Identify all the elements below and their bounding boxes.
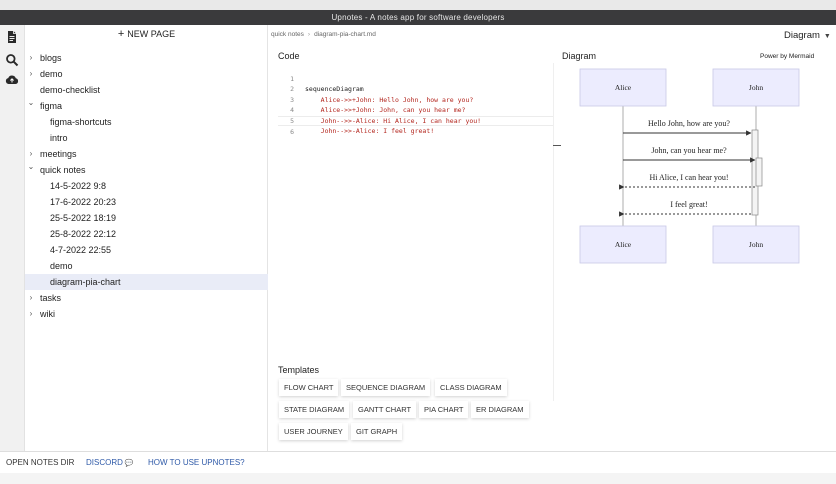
code-line[interactable]: 5 John-->>-Alice: I feel great! (278, 105, 553, 136)
message-label: Hello John, how are you? (648, 119, 730, 128)
breadcrumb: quick notes › diagram-pia-chart.md (271, 31, 376, 38)
code-title: Code (278, 51, 300, 61)
tree-item-label: figma-shortcuts (50, 117, 112, 127)
tree-item-label: diagram-pia-chart (50, 277, 121, 287)
discord-label: DISCORD (86, 458, 123, 467)
template-pia-chart-button[interactable]: PIA CHART (419, 401, 469, 418)
discord-link[interactable]: DISCORD 💬 (86, 452, 134, 475)
chevron-down-icon[interactable]: ⌄ (26, 95, 36, 111)
tree-item-quick-notes[interactable]: ⌄ quick notes (25, 162, 268, 178)
breadcrumb-separator: › (307, 31, 311, 38)
actor-label: John (749, 240, 763, 249)
powered-by: Power by Mermaid (760, 53, 815, 60)
editor-area: quick notes › diagram-pia-chart.md Code 1 … (269, 25, 836, 451)
status-bar: OPEN NOTES DIR DISCORD 💬 HOW TO USE UPNOT… (0, 451, 836, 473)
templates-title: Templates (278, 365, 320, 375)
tree-item-diagram-pia-chart[interactable]: diagram-pia-chart (25, 274, 268, 290)
tree-item-label: figma (40, 101, 63, 111)
tree-item-demo-checklist[interactable]: demo-checklist (25, 82, 268, 98)
chevron-right-icon[interactable]: › (26, 290, 36, 306)
plus-icon: + (117, 28, 125, 40)
chevron-down-icon[interactable]: ⌄ (26, 159, 36, 175)
window-title: Upnotes - A notes app for software devel… (0, 10, 836, 25)
code-line[interactable]: 4 John-->>-Alice: Hi Alice, I can hear y… (278, 95, 553, 125)
tree-item-tasks[interactable]: › tasks (25, 290, 268, 306)
template-flow-chart-button[interactable]: FLOW CHART (279, 379, 339, 396)
code-text: John-->>-Alice: I feel great! (305, 127, 435, 135)
bottom-strip (0, 473, 836, 484)
actor-label: Alice (615, 83, 632, 92)
actor-label: Alice (615, 240, 632, 249)
how-to-use-link[interactable]: HOW TO USE UPNOTES? (148, 452, 245, 474)
caret-down-icon: ▼ (823, 33, 831, 40)
tree-item-label: tasks (40, 293, 62, 303)
tree-item-label: blogs (40, 53, 62, 63)
code-line[interactable]: 1 sequenceDiagram (278, 63, 553, 94)
tree-item-note[interactable]: 4-7-2022 22:55 (25, 242, 268, 258)
code-line[interactable]: 3 Alice->>+John: John, can you hear me? (278, 84, 553, 115)
chevron-right-icon[interactable]: › (26, 66, 36, 82)
resize-handle[interactable] (553, 145, 561, 146)
sequence-diagram: Alice John Hello John, how are you? John… (579, 68, 800, 264)
search-icon[interactable] (5, 53, 19, 67)
actor-label: John (749, 83, 763, 92)
message-label: John, can you hear me? (651, 146, 727, 155)
tree-item-note[interactable]: 25-5-2022 18:19 (25, 210, 268, 226)
pane-divider (553, 63, 554, 401)
tree-item-label: 14-5-2022 9:8 (50, 181, 107, 191)
tree-item-figma[interactable]: ⌄ figma (25, 98, 268, 114)
tree-item-blogs[interactable]: › blogs (25, 50, 268, 66)
breadcrumb-current: diagram-pia-chart.md (314, 31, 376, 38)
view-mode-select[interactable]: Diagram ▼ (784, 30, 831, 41)
breadcrumb-parent[interactable]: quick notes (271, 31, 304, 38)
tree-item-label: 25-8-2022 22:12 (50, 229, 117, 239)
template-state-diagram-button[interactable]: STATE DIAGRAM (279, 401, 350, 418)
tree-item-label: meetings (40, 149, 77, 159)
line-number: 6 (290, 128, 294, 136)
tree-item-label: quick notes (40, 165, 86, 175)
sidebar: + NEW PAGE › blogs › demo demo-checklist … (25, 25, 268, 451)
document-icon[interactable] (5, 30, 19, 44)
template-sequence-diagram-button[interactable]: SEQUENCE DIAGRAM (341, 379, 431, 396)
top-strip (0, 0, 836, 10)
tree-item-label: 25-5-2022 18:19 (50, 213, 117, 223)
code-line[interactable]: 2 Alice->>+John: Hello John, how are you… (278, 74, 553, 104)
template-er-diagram-button[interactable]: ER DIAGRAM (471, 401, 529, 418)
chevron-right-icon[interactable]: › (26, 50, 36, 66)
tree-item-note[interactable]: 14-5-2022 9:8 (25, 178, 268, 194)
icon-rail (0, 25, 25, 451)
diagram-title: Diagram (562, 51, 597, 61)
tree-item-meetings[interactable]: › meetings (25, 146, 268, 162)
tree-item-note[interactable]: 25-8-2022 22:12 (25, 226, 268, 242)
tree-item-label: demo-checklist (40, 85, 101, 95)
template-class-diagram-button[interactable]: CLASS DIAGRAM (435, 379, 507, 396)
tree-item-label: intro (50, 133, 68, 143)
tree-item-label: wiki (40, 309, 55, 319)
tree-item-label: 17-6-2022 20:23 (50, 197, 117, 207)
template-gantt-chart-button[interactable]: GANTT CHART (353, 401, 417, 418)
tree-item-demo[interactable]: › demo (25, 66, 268, 82)
template-user-journey-button[interactable]: USER JOURNEY (279, 423, 348, 440)
tree-item-wiki[interactable]: › wiki (25, 306, 268, 322)
message-label: I feel great! (670, 200, 707, 209)
cloud-upload-icon[interactable] (5, 73, 19, 87)
new-page-label: NEW PAGE (127, 29, 176, 39)
tree-item-figma-shortcuts[interactable]: figma-shortcuts (25, 114, 268, 130)
new-page-button[interactable]: + NEW PAGE (25, 25, 268, 43)
code-line-active[interactable]: 6 (278, 115, 553, 136)
tree-item-intro[interactable]: intro (25, 130, 268, 146)
activation-box (755, 157, 763, 187)
chevron-right-icon[interactable]: › (26, 306, 36, 322)
code-editor[interactable]: 1 sequenceDiagram 2 Alice->>+John: Hello… (278, 63, 561, 401)
tree-item-label: 4-7-2022 22:55 (50, 245, 112, 255)
chat-bubble-icon: 💬 (124, 460, 134, 467)
template-git-graph-button[interactable]: GIT GRAPH (351, 423, 403, 440)
tree-item-note[interactable]: demo (25, 258, 268, 274)
message-label: Hi Alice, I can hear you! (649, 173, 728, 182)
view-mode-value: Diagram (784, 30, 820, 41)
tree-item-label: demo (50, 261, 73, 271)
tree-item-label: demo (40, 69, 63, 79)
open-notes-dir-button[interactable]: OPEN NOTES DIR (6, 452, 74, 474)
tree-item-note[interactable]: 17-6-2022 20:23 (25, 194, 268, 210)
